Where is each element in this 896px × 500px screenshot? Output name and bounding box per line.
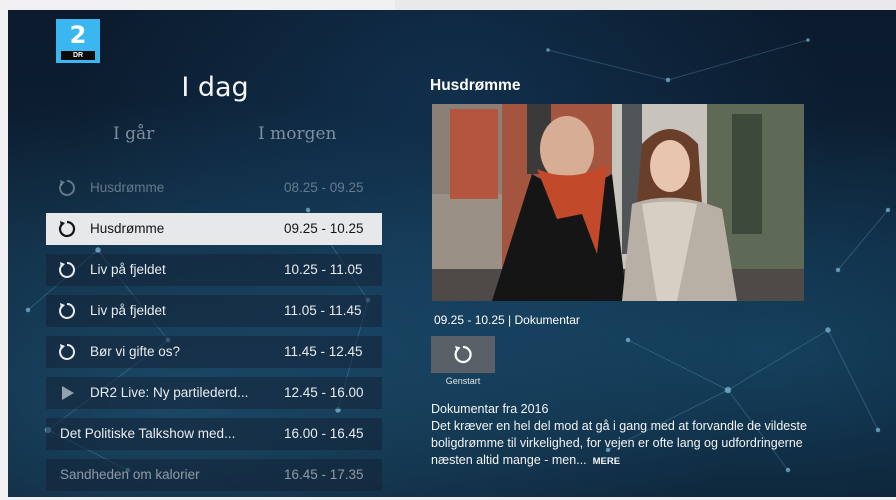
prev-day-tab[interactable]: I går <box>113 124 154 144</box>
top-strip <box>395 0 896 10</box>
schedule-title: Husdrømme <box>90 180 165 195</box>
schedule-row-selected[interactable]: Husdrømme 09.25 - 10.25 <box>46 213 382 245</box>
schedule-row[interactable]: Sandheden om kalorier 16.45 - 17.35 <box>46 459 382 491</box>
schedule-time: 11.45 - 12.45 <box>284 344 363 359</box>
schedule-row[interactable]: Bør vi gifte os? 11.45 - 12.45 <box>46 336 382 368</box>
schedule-title: Liv på fjeldet <box>90 262 166 277</box>
schedule-title: Sandheden om kalorier <box>60 467 200 482</box>
restart-icon <box>58 220 76 238</box>
program-meta: 09.25 - 10.25 | Dokumentar <box>434 313 580 327</box>
schedule-time: 12.45 - 16.00 <box>284 385 364 400</box>
schedule-row[interactable]: Det Politiske Talkshow med... 16.00 - 16… <box>46 418 382 450</box>
schedule-row[interactable]: DR2 Live: Ny partilederd... 12.45 - 16.0… <box>46 377 382 409</box>
play-icon <box>62 386 74 400</box>
schedule-title: Bør vi gifte os? <box>90 344 181 359</box>
restart-icon <box>454 345 472 364</box>
schedule-list: Husdrømme 08.25 - 09.25 Husdrømme 09.25 … <box>46 172 382 500</box>
restart-icon <box>59 302 75 319</box>
schedule-time: 08.25 - 09.25 <box>284 180 364 195</box>
program-title: Husdrømme <box>430 77 521 94</box>
logo-text: DR <box>72 52 84 59</box>
schedule-time: 10.25 - 11.05 <box>284 262 363 277</box>
logo-number: 2 <box>69 21 87 49</box>
schedule-title: Det Politiske Talkshow med... <box>60 426 236 441</box>
restart-icon <box>59 343 75 360</box>
next-day-tab[interactable]: I morgen <box>258 124 337 144</box>
schedule-time: 16.00 - 16.45 <box>284 426 364 441</box>
schedule-row[interactable]: Liv på fjeldet 11.05 - 11.45 <box>46 295 382 327</box>
program-thumbnail <box>432 104 804 301</box>
schedule-time: 11.05 - 11.45 <box>284 303 362 318</box>
restart-icon <box>59 179 75 196</box>
program-description: Dokumentar fra 2016 Det kræver en hel de… <box>431 401 811 470</box>
dr2-logo: 2 DR <box>56 19 100 63</box>
schedule-title: DR2 Live: Ny partilederd... <box>90 385 249 400</box>
program-thumbnail-image <box>432 104 804 301</box>
schedule-row[interactable]: Husdrømme 08.25 - 09.25 <box>46 172 382 204</box>
restart-icon <box>59 261 75 278</box>
current-day-title: I dag <box>181 72 249 103</box>
more-link[interactable]: MERE <box>593 456 620 467</box>
schedule-row[interactable]: Liv på fjeldet 10.25 - 11.05 <box>46 254 382 286</box>
schedule-title: Husdrømme <box>90 221 165 236</box>
restart-label: Genstart <box>445 376 481 386</box>
description-heading: Dokumentar fra 2016 <box>431 402 549 416</box>
schedule-time: 09.25 - 10.25 <box>284 221 364 236</box>
schedule-title: Liv på fjeldet <box>90 303 166 318</box>
schedule-time: 16.45 - 17.35 <box>284 467 364 482</box>
restart-button[interactable] <box>431 336 495 373</box>
